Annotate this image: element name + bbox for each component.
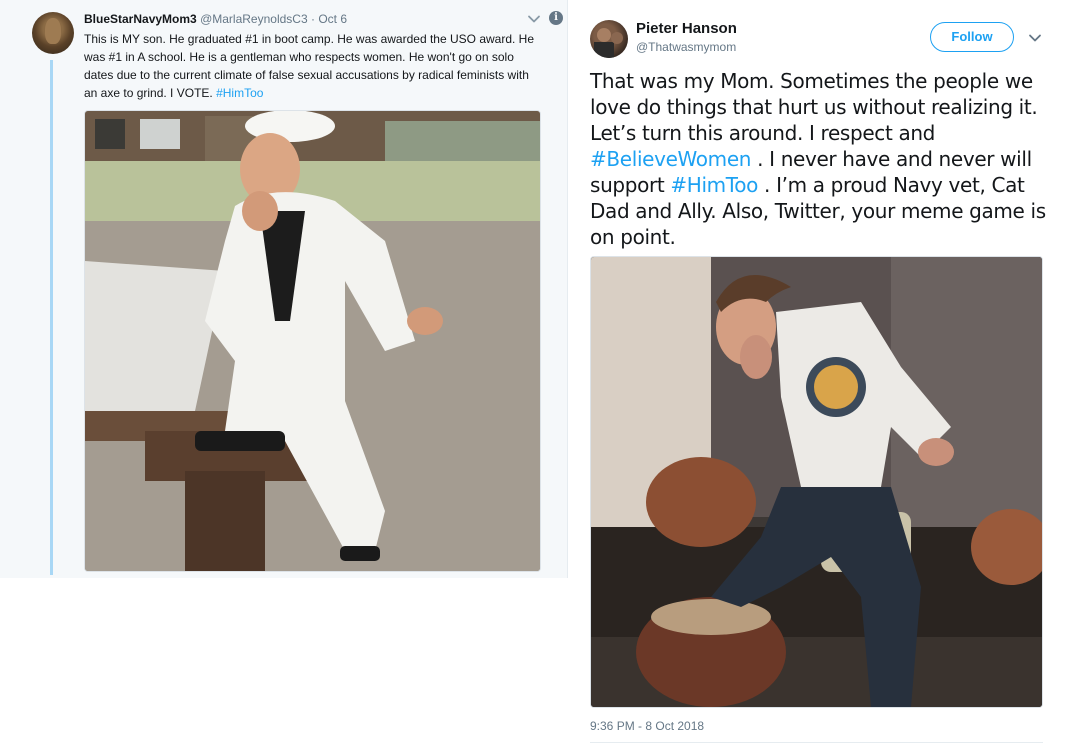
left-tweet-hashtag[interactable]: #HimToo <box>216 86 263 100</box>
left-tweet-separator: · <box>310 12 315 26</box>
left-tweet-body: This is MY son. He graduated #1 in boot … <box>84 32 535 100</box>
right-tweet-photo[interactable] <box>590 256 1043 708</box>
right-tweet-avatar[interactable] <box>590 20 628 58</box>
thread-line <box>50 60 53 575</box>
chevron-down-icon[interactable] <box>527 12 541 26</box>
left-tweet-handle[interactable]: @MarlaReynoldsC3 <box>200 12 308 26</box>
left-tweet-photo[interactable] <box>84 110 541 572</box>
left-tweet-header: BlueStarNavyMom3 @MarlaReynoldsC3 · Oct … <box>84 12 347 26</box>
chevron-down-icon[interactable] <box>1028 32 1042 44</box>
right-tweet-text: That was my Mom. Sometimes the people we… <box>590 68 1052 250</box>
follow-button[interactable]: Follow <box>930 22 1014 52</box>
hashtag-himtoo[interactable]: #HimToo <box>670 173 758 197</box>
left-tweet-display-name[interactable]: BlueStarNavyMom3 <box>84 12 197 26</box>
left-tweet: BlueStarNavyMom3 @MarlaReynoldsC3 · Oct … <box>0 0 568 578</box>
hashtag-believewomen[interactable]: #BelieveWomen <box>590 147 751 171</box>
right-tweet-timestamp[interactable]: 9:36 PM - 8 Oct 2018 <box>590 719 704 733</box>
right-tweet-handle[interactable]: @Thatwasmymom <box>636 40 736 54</box>
info-icon[interactable]: i <box>549 11 563 25</box>
right-tweet-body-part1: That was my Mom. Sometimes the people we… <box>590 69 1038 145</box>
left-tweet-date[interactable]: Oct 6 <box>318 12 347 26</box>
right-tweet-display-name[interactable]: Pieter Hanson <box>636 20 737 37</box>
left-tweet-avatar[interactable] <box>32 12 74 54</box>
left-tweet-text: This is MY son. He graduated #1 in boot … <box>84 30 544 102</box>
divider <box>590 742 1043 743</box>
